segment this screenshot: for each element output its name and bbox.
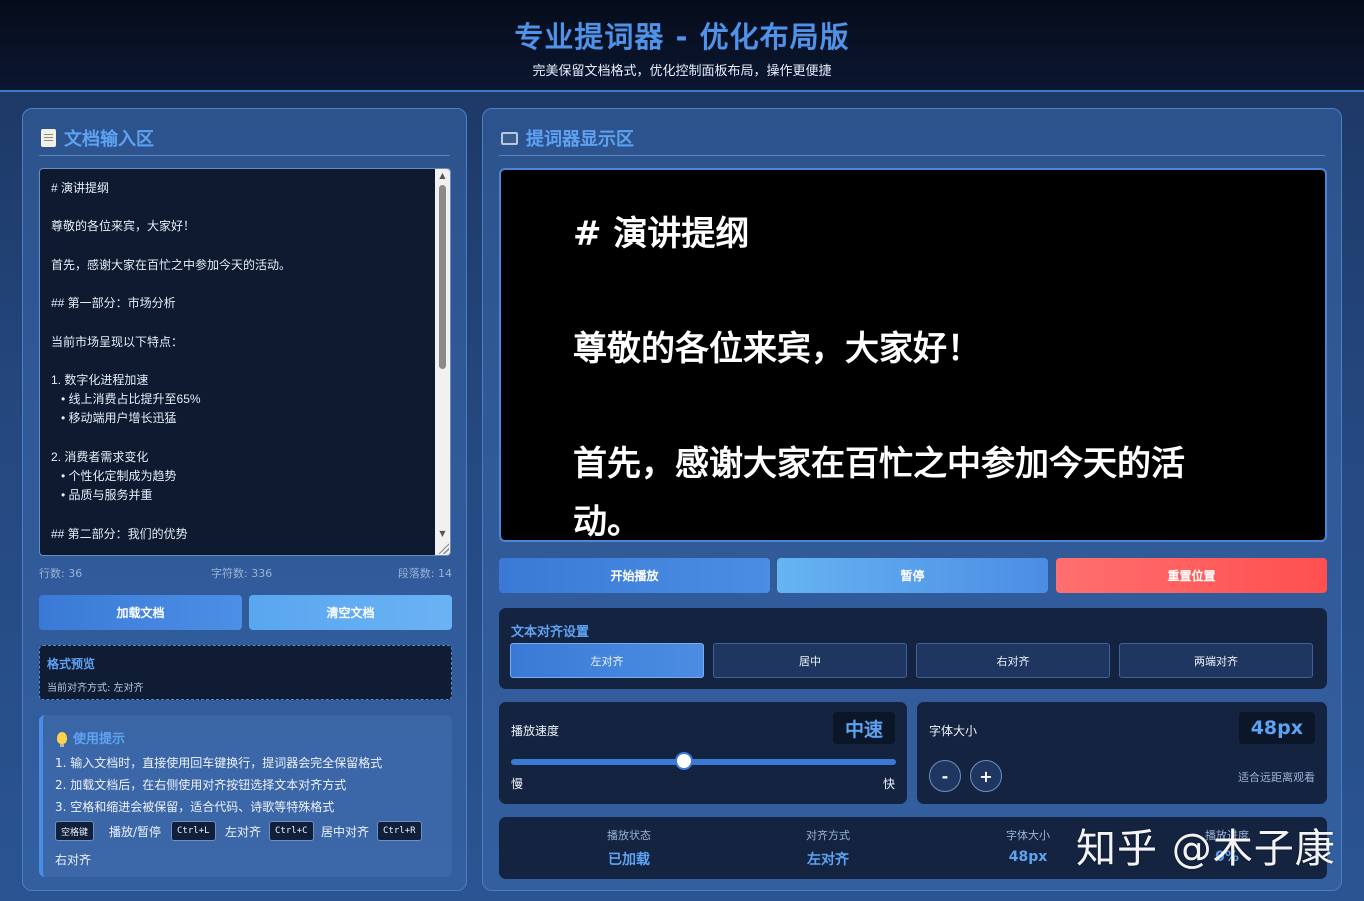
document-icon <box>41 129 56 147</box>
lightbulb-icon <box>57 731 67 747</box>
status-label: 对齐方式 <box>806 829 850 842</box>
shortcut-key-space: 空格键 <box>55 821 95 841</box>
shortcut-action: 播放/暂停 <box>109 825 162 839</box>
speed-label: 播放速度 <box>511 724 560 738</box>
font-size-hint: 适合远距离观看 <box>1238 771 1315 784</box>
prompter-line: 尊敬的各位来宾，大家好！ <box>573 329 981 369</box>
shortcut-key-ctrl-l: Ctrl+L <box>171 821 216 841</box>
clear-document-button[interactable]: 清空文档 <box>249 595 452 630</box>
prompter-line: # 演讲提纲 <box>573 214 750 254</box>
prompter-display-panel: 提词器显示区 # 演讲提纲 尊敬的各位来宾，大家好！ 首先，感谢大家在百忙之中参… <box>482 108 1342 891</box>
tip-item: 3. 空格和缩进会被保留，适合代码、诗歌等特殊格式 <box>55 800 335 814</box>
usage-tips-header: 使用提示 <box>57 728 125 747</box>
app-title: 专业提词器 - 优化布局版 <box>514 20 850 54</box>
align-right-button[interactable]: 右对齐 <box>916 643 1110 678</box>
format-preview-title: 格式预览 <box>47 657 96 671</box>
shortcut-key-ctrl-c: Ctrl+C <box>269 821 314 841</box>
status-value: 48px <box>1008 849 1048 865</box>
align-center-button[interactable]: 居中 <box>713 643 907 678</box>
increase-font-button[interactable]: + <box>970 760 1002 792</box>
monitor-icon <box>501 131 518 145</box>
speed-slow-label: 慢 <box>511 777 524 791</box>
status-align: 对齐方式 左对齐 <box>768 827 888 869</box>
display-panel-title: 提词器显示区 <box>526 129 634 150</box>
prompter-line: 首先，感谢大家在百忙之中参加今天的活 <box>573 444 1185 484</box>
status-value: 已加载 <box>608 852 650 868</box>
resize-grip-icon[interactable] <box>437 542 449 554</box>
usage-tips-title: 使用提示 <box>73 732 126 747</box>
load-document-button[interactable]: 加载文档 <box>39 595 242 630</box>
reset-position-button[interactable]: 重置位置 <box>1056 558 1327 593</box>
watermark: 知乎 @木子康 <box>1076 826 1336 872</box>
shortcut-key-ctrl-r: Ctrl+R <box>377 821 422 841</box>
align-left-button[interactable]: 左对齐 <box>510 643 704 678</box>
status-label: 播放状态 <box>607 829 651 842</box>
prompter-text: # 演讲提纲 尊敬的各位来宾，大家好！ 首先，感谢大家在百忙之中参加今天的活 动… <box>573 206 1253 542</box>
scroll-down-arrow-icon[interactable]: ▼ <box>435 527 450 541</box>
input-panel-header: 文档输入区 <box>41 123 450 153</box>
format-preview: 格式预览 当前对齐方式: 左对齐 <box>39 645 452 700</box>
input-panel-title: 文档输入区 <box>64 129 154 150</box>
align-settings-title: 文本对齐设置 <box>511 625 590 640</box>
speed-fast-label: 快 <box>882 777 895 791</box>
status-value: 左对齐 <box>807 852 849 868</box>
line-count: 行数: 36 <box>39 567 83 580</box>
speed-value: 中速 <box>832 712 895 744</box>
usage-tips: 使用提示 1. 输入文档时，直接使用回车键换行，提词器会完全保留格式 2. 加载… <box>39 715 452 877</box>
document-input-panel: 文档输入区 # 演讲提纲 尊敬的各位来宾，大家好！ 首先，感谢大家在百忙之中参加… <box>22 108 467 891</box>
app-subtitle: 完美保留文档格式，优化控制面板布局，操作更便捷 <box>532 64 832 79</box>
font-size-label: 字体大小 <box>929 724 978 738</box>
scroll-up-arrow-icon[interactable]: ▲ <box>435 169 450 183</box>
prompter-line: 动。 <box>573 501 641 542</box>
tip-item: 2. 加载文档后，在右侧使用对齐按钮选择文本对齐方式 <box>55 778 347 792</box>
start-play-button[interactable]: 开始播放 <box>499 558 770 593</box>
prompter-line <box>573 379 1253 437</box>
status-play: 播放状态 已加载 <box>569 827 689 869</box>
speed-slider-track[interactable] <box>511 759 896 765</box>
font-size-settings: 字体大小 48px - + 适合远距离观看 <box>917 702 1327 804</box>
tip-item: 1. 输入文档时，直接使用回车键换行，提词器会完全保留格式 <box>55 756 383 770</box>
decrease-font-button[interactable]: - <box>929 760 961 792</box>
display-panel-header: 提词器显示区 <box>501 123 1325 153</box>
shortcut-action: 居中对齐 <box>321 825 370 839</box>
scrollbar-thumb[interactable] <box>439 185 446 369</box>
document-text[interactable]: # 演讲提纲 尊敬的各位来宾，大家好！ 首先，感谢大家在百忙之中参加今天的活动。… <box>51 179 430 544</box>
paragraph-count: 段落数: 14 <box>397 567 452 580</box>
status-label: 字体大小 <box>1006 829 1050 842</box>
editor-scrollbar[interactable]: ▲ ▼ <box>435 169 450 555</box>
align-justify-button[interactable]: 两端对齐 <box>1119 643 1313 678</box>
shortcut-action: 左对齐 <box>225 825 262 839</box>
shortcut-action: 右对齐 <box>55 853 92 867</box>
app-header: 专业提词器 - 优化布局版 完美保留文档格式，优化控制面板布局，操作更便捷 <box>0 0 1364 92</box>
prompter-screen: # 演讲提纲 尊敬的各位来宾，大家好！ 首先，感谢大家在百忙之中参加今天的活 动… <box>499 168 1327 542</box>
speed-slider-thumb[interactable] <box>675 752 694 770</box>
prompter-line <box>573 264 1253 322</box>
pause-button[interactable]: 暂停 <box>777 558 1048 593</box>
divider <box>499 155 1325 156</box>
document-stats: 行数: 36 字符数: 336 段落数: 14 <box>39 565 452 581</box>
document-textarea[interactable]: # 演讲提纲 尊敬的各位来宾，大家好！ 首先，感谢大家在百忙之中参加今天的活动。… <box>39 168 451 556</box>
status-font-size: 字体大小 48px <box>968 827 1088 865</box>
divider <box>39 155 450 156</box>
format-preview-text: 当前对齐方式: 左对齐 <box>47 683 144 694</box>
speed-settings: 播放速度 中速 慢 快 <box>499 702 907 804</box>
char-count: 字符数: 336 <box>211 567 273 580</box>
text-align-settings: 文本对齐设置 左对齐 居中 右对齐 两端对齐 <box>499 608 1327 689</box>
font-size-value: 48px <box>1238 712 1315 744</box>
